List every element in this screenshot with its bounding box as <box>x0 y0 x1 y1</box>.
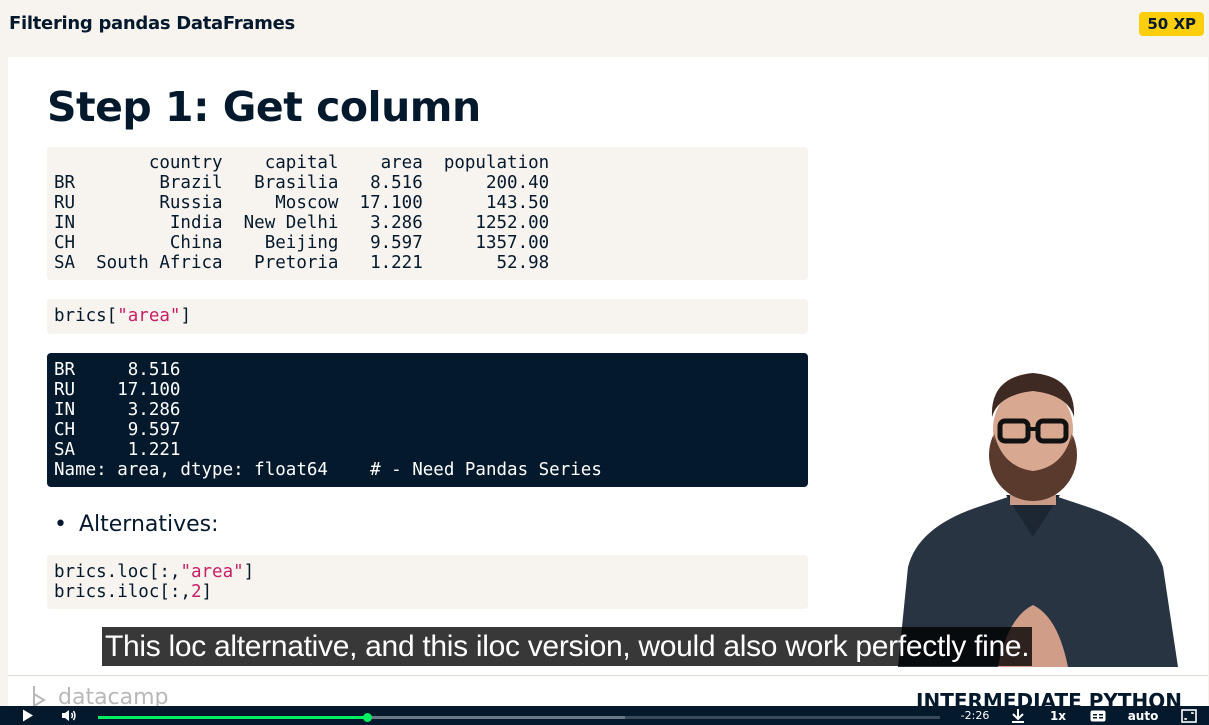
exercise-title: Filtering pandas DataFrames <box>9 13 295 34</box>
slide-footer-divider <box>8 675 1208 676</box>
video-subtitle: This loc alternative, and this iloc vers… <box>102 627 1033 666</box>
slide-title: Step 1: Get column <box>47 83 481 131</box>
quality-button[interactable]: auto <box>1124 706 1162 725</box>
bullet-marker: • <box>54 512 67 537</box>
bullet-text: Alternatives: <box>78 512 219 537</box>
captions-icon <box>1090 710 1106 721</box>
dataframe-output-block: country capital area population BR Brazi… <box>47 147 808 280</box>
exercise-header: Filtering pandas DataFrames 50 XP <box>0 0 1209 50</box>
bullet-alternatives: • Alternatives: <box>54 512 219 537</box>
series-output-block: BR 8.516 RU 17.100 IN 3.286 CH 9.597 SA … <box>47 353 808 487</box>
video-slide[interactable]: Step 1: Get column country capital area … <box>8 57 1208 725</box>
captions-button[interactable] <box>1088 706 1108 725</box>
playback-speed-button[interactable]: 1x <box>1046 706 1070 725</box>
presenter-video <box>898 373 1178 667</box>
fullscreen-button[interactable] <box>1178 706 1200 725</box>
time-remaining: -2:26 <box>960 709 990 722</box>
volume-icon <box>62 710 76 721</box>
progress-bar[interactable] <box>98 713 940 722</box>
volume-button[interactable] <box>58 706 80 725</box>
play-button[interactable] <box>18 706 38 725</box>
datacamp-logo-icon <box>33 686 46 708</box>
fullscreen-icon <box>1181 708 1197 723</box>
played-fill <box>98 716 367 719</box>
code-block-alternatives: brics.loc[:,"area"] brics.iloc[:,2] <box>47 555 808 609</box>
progress-handle[interactable] <box>362 713 372 722</box>
code-block-brics-area: brics["area"] <box>47 299 808 334</box>
xp-badge: 50 XP <box>1139 12 1204 36</box>
download-button[interactable] <box>1008 706 1028 725</box>
video-controls: -2:26 1x auto <box>0 706 1209 725</box>
play-icon <box>23 709 33 722</box>
download-icon <box>1012 709 1024 723</box>
